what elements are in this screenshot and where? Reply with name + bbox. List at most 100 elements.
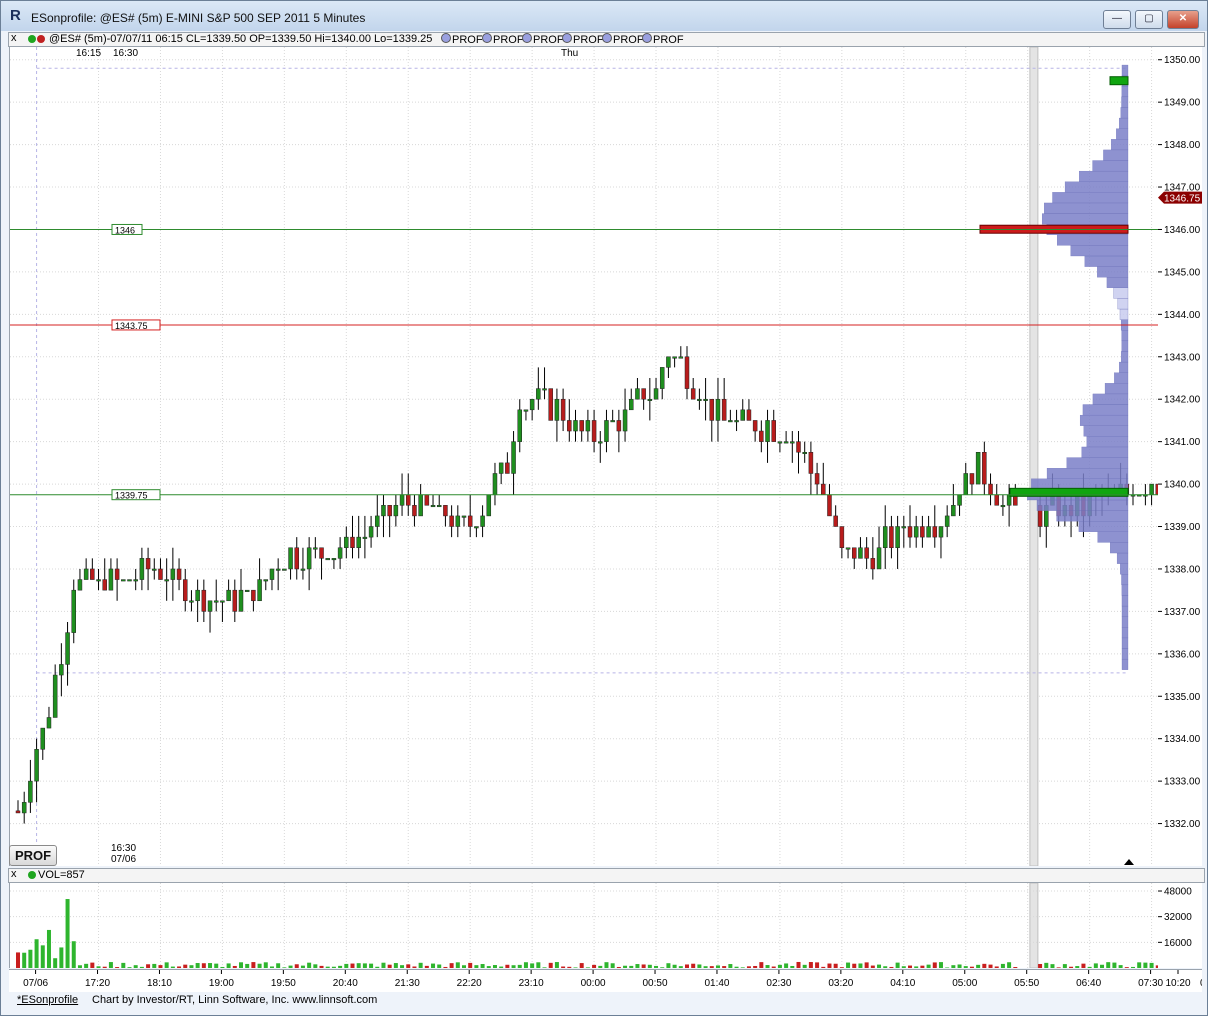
volume-bar xyxy=(455,962,460,968)
candle-body xyxy=(938,526,944,538)
volume-bar xyxy=(53,958,58,968)
price-chart-area[interactable]: 1346 1343.75 1339.75 16:15 16:30 Thu 16:30… xyxy=(9,47,1159,866)
chart-name-link[interactable]: *ESonprofile xyxy=(17,994,78,1006)
volume-bar xyxy=(709,966,714,968)
candle-body xyxy=(536,388,541,400)
volume-bar xyxy=(604,962,609,968)
volume-bar xyxy=(313,964,318,968)
volume-bar xyxy=(802,964,807,968)
profile-bar xyxy=(1082,404,1129,416)
candle xyxy=(375,494,380,538)
candle xyxy=(300,547,306,580)
volume-bar xyxy=(660,967,665,968)
volume-bar xyxy=(629,965,634,968)
volume-bar xyxy=(654,965,659,968)
candle xyxy=(740,399,745,421)
price-axis-label: 1332.00 xyxy=(1164,819,1201,830)
profile-bar xyxy=(1121,64,1129,76)
prof-tag[interactable]: PROF xyxy=(642,33,684,47)
volume-bar xyxy=(517,964,522,968)
volume-bar xyxy=(77,965,82,968)
volume-bar xyxy=(870,965,875,968)
day-label: Thu xyxy=(561,48,579,59)
volume-bar xyxy=(16,952,20,968)
volume-chart-svg[interactable] xyxy=(10,882,1208,969)
volume-bar xyxy=(164,962,169,968)
volume-bar xyxy=(189,965,194,968)
volume-bar xyxy=(697,964,702,968)
candle-body xyxy=(381,505,386,517)
volume-chart-area[interactable] xyxy=(9,882,1208,969)
candle xyxy=(77,568,83,591)
candle-body xyxy=(257,579,262,602)
volume-axis-label: 48000 xyxy=(1164,887,1192,898)
volume-bar xyxy=(418,962,423,968)
profile-bar xyxy=(1086,436,1129,448)
prof-button[interactable]: PROF xyxy=(9,845,57,866)
candle-body xyxy=(71,589,76,633)
volume-bar xyxy=(554,962,559,968)
volume-bar xyxy=(34,939,39,968)
close-button[interactable]: ✕ xyxy=(1167,10,1199,29)
candle-body xyxy=(350,536,355,548)
candle-body xyxy=(629,398,634,411)
volume-bar xyxy=(1075,966,1080,968)
profile-bar xyxy=(1113,287,1129,299)
prof-tag[interactable]: PROF xyxy=(602,33,644,47)
price-chart-svg[interactable]: 1346 1343.75 1339.75 xyxy=(10,47,1158,866)
volume-bar xyxy=(610,963,615,968)
close-volume-pane-button[interactable]: x xyxy=(11,868,17,881)
scroll-end-icon xyxy=(1124,859,1134,865)
candle-body xyxy=(52,674,58,718)
price-axis-svg: 1350.001349.001348.001347.001346.001345.… xyxy=(1158,55,1202,830)
candle-body xyxy=(988,483,993,495)
profile-bar xyxy=(1117,298,1129,310)
prof-tag[interactable]: PROF xyxy=(562,33,604,47)
candle-body xyxy=(926,526,931,538)
prof-tag[interactable]: PROF xyxy=(482,33,524,47)
candle-body xyxy=(96,579,101,582)
volume-bar xyxy=(362,963,367,968)
close-pane-button[interactable]: x xyxy=(11,32,17,45)
candle xyxy=(567,399,572,442)
candle xyxy=(350,515,355,559)
prof-tag[interactable]: PROF xyxy=(441,33,483,47)
candle xyxy=(176,558,182,591)
volume-bar xyxy=(542,967,547,968)
time-axis-label: 07/06 xyxy=(23,978,48,989)
profile-bar xyxy=(1114,372,1129,384)
minimize-button[interactable]: — xyxy=(1103,10,1131,29)
candle xyxy=(331,558,337,569)
profile-bar xyxy=(1083,425,1129,437)
profile-dot-icon xyxy=(602,33,612,43)
candle xyxy=(480,505,485,538)
red-dot-icon xyxy=(37,35,45,43)
candle xyxy=(746,399,752,421)
price-info-strip: x @ES# (5m)-07/07/11 06:15 CL=1339.50 OP… xyxy=(8,32,1205,47)
volume-bar xyxy=(784,963,789,968)
current-price-marker: 1346.75 xyxy=(1158,191,1202,205)
candle xyxy=(319,547,324,580)
level-label: 1343.75 xyxy=(111,319,161,331)
candle xyxy=(90,558,95,580)
price-axis-label: 1349.00 xyxy=(1164,98,1201,109)
volume-bar xyxy=(127,967,132,968)
volume-bar xyxy=(146,964,151,968)
prof-tag[interactable]: PROF xyxy=(522,33,564,47)
profile-bar xyxy=(1084,255,1129,267)
candle-body xyxy=(263,579,269,582)
profile-dot-icon xyxy=(642,33,652,43)
time-axis-label: 06:40 xyxy=(1076,978,1101,989)
volume-bar xyxy=(1093,963,1098,968)
profile-bar xyxy=(1056,510,1129,522)
candle-body xyxy=(511,441,516,474)
profile-bar xyxy=(1070,245,1129,257)
volume-bar xyxy=(821,966,826,968)
maximize-button[interactable]: ▢ xyxy=(1135,10,1163,29)
candle-body xyxy=(734,420,739,423)
volume-bar xyxy=(951,965,956,968)
candle-body xyxy=(690,388,696,400)
candle xyxy=(907,505,913,548)
volume-bar xyxy=(294,964,299,968)
volume-bar xyxy=(499,966,504,968)
